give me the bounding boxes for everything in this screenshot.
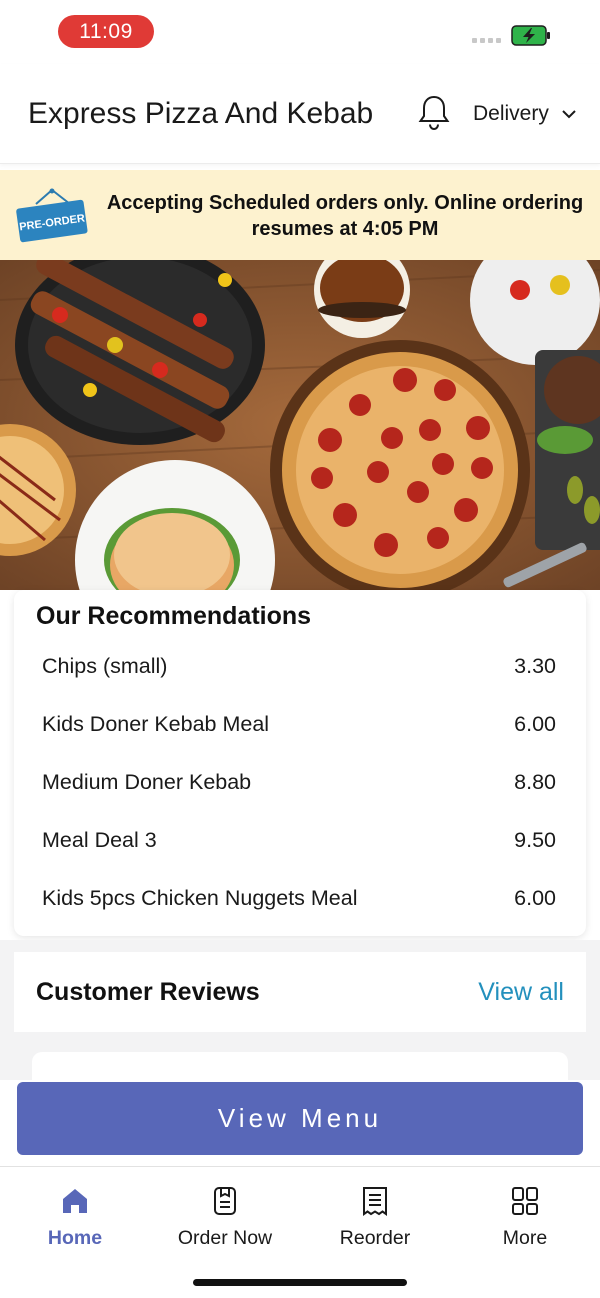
- banner-message: Accepting Scheduled orders only. Online …: [106, 192, 584, 240]
- status-time: 11:09: [58, 15, 154, 48]
- recommendation-item[interactable]: Medium Doner Kebab 8.80: [14, 762, 586, 820]
- item-price: 3.30: [514, 654, 556, 678]
- app-header: Express Pizza And Kebab Delivery: [0, 64, 600, 164]
- item-name: Kids 5pcs Chicken Nuggets Meal: [42, 886, 358, 910]
- signal-icon: [472, 38, 501, 43]
- item-price: 9.50: [514, 828, 556, 852]
- tab-label: Reorder: [339, 1227, 411, 1249]
- preorder-sign-icon: PRE-ORDER: [16, 188, 88, 243]
- order-mode-select[interactable]: Delivery: [473, 102, 577, 126]
- tab-label: Home: [47, 1227, 103, 1249]
- recommendations-title: Our Recommendations: [36, 602, 312, 630]
- battery-icon: [511, 25, 550, 46]
- tab-label: More: [502, 1227, 548, 1249]
- view-menu-button[interactable]: View Menu: [17, 1082, 583, 1155]
- recommendation-item[interactable]: Kids 5pcs Chicken Nuggets Meal 6.00: [14, 878, 586, 936]
- recommendations-list: Chips (small) 3.30 Kids Doner Kebab Meal…: [14, 646, 586, 936]
- reviews-section: Customer Reviews View all: [0, 940, 600, 1092]
- tab-reorder[interactable]: Reorder: [300, 1185, 450, 1265]
- tab-more[interactable]: More: [450, 1185, 600, 1265]
- item-name: Chips (small): [42, 654, 168, 678]
- status-bar: 11:09: [0, 0, 600, 64]
- preorder-banner: PRE-ORDER Accepting Scheduled orders onl…: [0, 170, 600, 260]
- recommendations-card: Our Recommendations Chips (small) 3.30 K…: [14, 590, 586, 936]
- order-mode-label: Delivery: [473, 102, 549, 125]
- home-icon: [63, 1189, 87, 1213]
- item-price: 6.00: [514, 712, 556, 736]
- receipt-icon: [363, 1187, 387, 1216]
- item-name: Medium Doner Kebab: [42, 770, 252, 794]
- reviews-header: Customer Reviews View all: [14, 952, 586, 1032]
- recommendation-item[interactable]: Chips (small) 3.30: [14, 646, 586, 704]
- store-title: Express Pizza And Kebab: [28, 97, 374, 130]
- chevron-down-icon: [562, 110, 576, 119]
- tab-label: Order Now: [177, 1227, 273, 1249]
- item-name: Kids Doner Kebab Meal: [42, 712, 270, 736]
- reviews-title: Customer Reviews: [36, 978, 260, 1006]
- tab-home[interactable]: Home: [0, 1185, 150, 1265]
- view-all-reviews-link[interactable]: View all: [478, 978, 564, 1007]
- item-name: Meal Deal 3: [42, 828, 157, 852]
- recommendation-item[interactable]: Meal Deal 3 9.50: [14, 820, 586, 878]
- recommendation-item[interactable]: Kids Doner Kebab Meal 6.00: [14, 704, 586, 762]
- home-indicator: [193, 1279, 407, 1286]
- tab-order-now[interactable]: Order Now: [150, 1185, 300, 1265]
- item-price: 6.00: [514, 886, 556, 910]
- hero-food-image: [0, 260, 600, 590]
- grid-icon: [512, 1187, 538, 1215]
- item-price: 8.80: [514, 770, 556, 794]
- bell-icon[interactable]: [417, 94, 451, 132]
- order-icon: [214, 1187, 236, 1215]
